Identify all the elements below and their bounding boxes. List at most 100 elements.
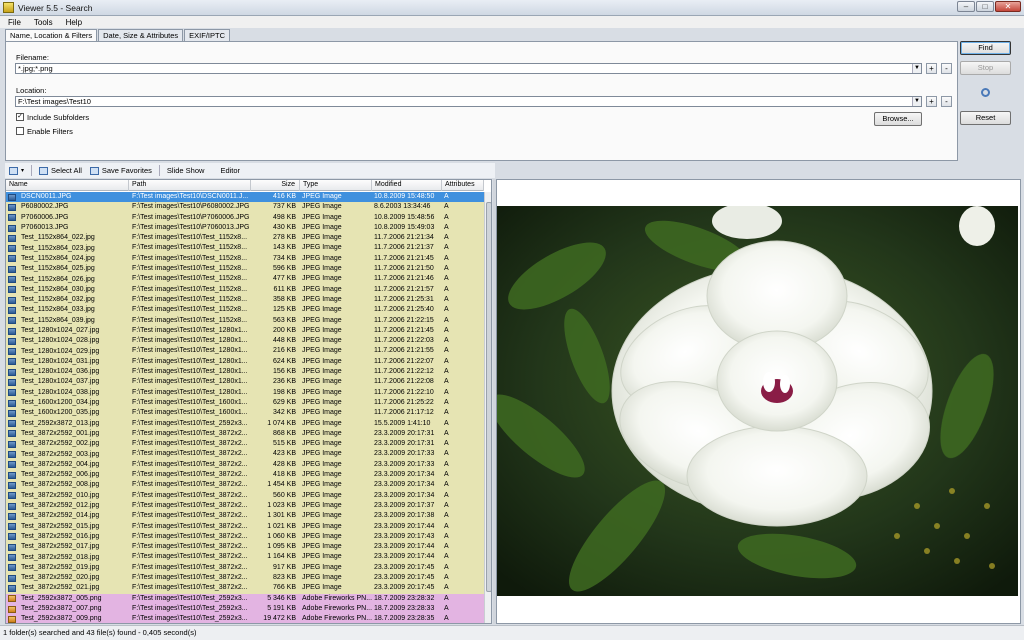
table-row[interactable]: P6080002.JPG F:\Test images\Test10\P60800… [6,202,484,213]
column-attributes[interactable]: Attributes [442,180,484,191]
image-file-icon [8,584,16,592]
cell-attributes: A [444,604,449,612]
table-row[interactable]: Test_3872x2592_015.jpg F:\Test images\Tes… [6,521,484,532]
file-name: Test_3872x2592_021.jpg [21,584,100,592]
table-row[interactable]: Test_3872x2592_021.jpg F:\Test images\Tes… [6,583,484,594]
table-row[interactable]: Test_3872x2592_008.jpg F:\Test images\Tes… [6,480,484,491]
table-row[interactable]: Test_1152x864_022.jpg F:\Test images\Test… [6,233,484,244]
cell-attributes: A [444,357,449,365]
table-row[interactable]: Test_1280x1024_038.jpg F:\Test images\Tes… [6,387,484,398]
column-path[interactable]: Path [129,180,251,191]
image-file-icon [8,523,16,531]
image-file-icon [8,543,16,551]
include-subfolders-checkbox[interactable]: ✓ [16,113,24,121]
location-field[interactable]: F:\Test images\Test10 ▼ [15,96,922,107]
table-row[interactable]: Test_1152x864_024.jpg F:\Test images\Test… [6,253,484,265]
list-scrollbar[interactable] [484,192,491,623]
menu-help[interactable]: Help [58,18,87,27]
column-name[interactable]: Name [6,180,129,191]
browse-button[interactable]: Browse... [874,112,922,126]
table-row[interactable]: Test_3872x2592_006.jpg F:\Test images\Tes… [6,470,484,481]
image-file-icon [8,276,16,284]
column-modified[interactable]: Modified [372,180,442,191]
table-row[interactable]: DSCN0011.JPG F:\Test images\Test10\DSCN00… [6,192,484,203]
cell-path: F:\Test images\Test10\Test_3872x2... [132,429,248,437]
image-file-icon [8,214,16,222]
table-row[interactable]: Test_1280x1024_037.jpg F:\Test images\Tes… [6,377,484,388]
menu-file[interactable]: File [0,18,26,27]
table-row[interactable]: Test_3872x2592_010.jpg F:\Test images\Tes… [6,490,484,501]
file-name: Test_1280x1024_031.jpg [21,357,100,365]
reset-button[interactable]: Reset [960,111,1011,125]
table-row[interactable]: Test_1152x864_033.jpg F:\Test images\Test… [6,305,484,316]
cell-path: F:\Test images\Test10\Test_1280x1... [132,326,248,334]
table-row[interactable]: Test_1152x864_026.jpg F:\Test images\Test… [6,274,484,285]
select-all-button[interactable]: Select All [35,164,86,177]
table-row[interactable]: Test_1152x864_039.jpg F:\Test images\Test… [6,315,484,326]
filename-add-button[interactable]: + [926,63,937,74]
table-row[interactable]: P7060006.JPG F:\Test images\Test10\P70600… [6,212,484,223]
filename-remove-button[interactable]: - [941,63,952,74]
table-row[interactable]: Test_1280x1024_036.jpg F:\Test images\Tes… [6,367,484,378]
close-button[interactable]: ✕ [995,1,1021,12]
table-row[interactable]: Test_3872x2592_018.jpg F:\Test images\Tes… [6,552,484,563]
table-row[interactable]: P7060013.JPG F:\Test images\Test10\P70600… [6,222,484,234]
column-size[interactable]: Size [251,180,300,191]
table-row[interactable]: Test_1280x1024_027.jpg F:\Test images\Tes… [6,325,484,337]
table-row[interactable]: Test_1152x864_023.jpg F:\Test images\Test… [6,243,484,254]
save-favorites-button[interactable]: Save Favorites [86,164,156,177]
table-row[interactable]: Test_1600x1200_034.jpg F:\Test images\Tes… [6,397,484,409]
table-row[interactable]: Test_3872x2592_016.jpg F:\Test images\Tes… [6,531,484,543]
column-type[interactable]: Type [300,180,372,191]
table-row[interactable]: Test_3872x2592_014.jpg F:\Test images\Tes… [6,511,484,522]
title-bar[interactable]: Viewer 5.5 - Search – □ ✕ [0,0,1024,16]
cell-attributes: A [444,563,449,571]
table-row[interactable]: Test_1280x1024_028.jpg F:\Test images\Tes… [6,336,484,347]
table-row[interactable]: Test_3872x2592_020.jpg F:\Test images\Tes… [6,572,484,584]
table-row[interactable]: Test_1600x1200_035.jpg F:\Test images\Tes… [6,408,484,419]
location-value: F:\Test images\Test10 [18,97,91,106]
find-button[interactable]: Find [960,41,1011,55]
table-row[interactable]: Test_2592x3872_007.png F:\Test images\Tes… [6,603,484,615]
filename-field[interactable]: *.jpg;*.png ▼ [15,63,922,74]
cell-path: F:\Test images\Test10\Test_1600x1... [132,409,248,417]
cell-type: JPEG Image [302,409,342,417]
view-mode-button[interactable]: ▾ [5,164,28,177]
results-list[interactable]: Name Path Size Type Modified Attributes … [5,179,492,624]
status-bar: 1 folder(s) searched and 43 file(s) foun… [0,625,1024,640]
minimize-button[interactable]: – [957,1,975,12]
maximize-button[interactable]: □ [976,1,994,12]
image-preview[interactable] [497,206,1018,596]
table-row[interactable]: Test_3872x2592_003.jpg F:\Test images\Tes… [6,449,484,460]
table-row[interactable]: Test_3872x2592_017.jpg F:\Test images\Tes… [6,542,484,553]
cell-type: JPEG Image [302,388,342,396]
location-remove-button[interactable]: - [941,96,952,107]
table-row[interactable]: Test_3872x2592_002.jpg F:\Test images\Tes… [6,439,484,450]
table-row[interactable]: Test_2592x3872_013.jpg F:\Test images\Tes… [6,418,484,429]
png-file-icon [8,605,16,613]
cell-modified: 8.6.2003 13:34:46 [374,203,431,211]
menu-tools[interactable]: Tools [26,18,58,27]
table-row[interactable]: Test_3872x2592_019.jpg F:\Test images\Tes… [6,562,484,573]
image-file-icon [8,348,16,356]
location-add-button[interactable]: + [926,96,937,107]
table-row[interactable]: Test_3872x2592_012.jpg F:\Test images\Tes… [6,500,484,512]
table-row[interactable]: Test_1280x1024_029.jpg F:\Test images\Tes… [6,346,484,357]
cell-attributes: A [444,409,449,417]
chevron-down-icon[interactable]: ▼ [912,64,921,73]
cell-attributes: A [444,440,449,448]
stop-button[interactable]: Stop [960,61,1011,75]
enable-filters-checkbox[interactable] [16,127,24,135]
table-row[interactable]: Test_1152x864_032.jpg F:\Test images\Test… [6,294,484,306]
table-row[interactable]: Test_3872x2592_001.jpg F:\Test images\Tes… [6,428,484,440]
chevron-down-icon[interactable]: ▼ [912,97,921,106]
table-row[interactable]: Test_1152x864_030.jpg F:\Test images\Test… [6,284,484,295]
table-row[interactable]: Test_3872x2592_004.jpg F:\Test images\Tes… [6,459,484,471]
table-row[interactable]: Test_1280x1024_031.jpg F:\Test images\Tes… [6,356,484,368]
scroll-thumb[interactable] [486,202,491,592]
editor-button[interactable]: Editor [216,164,244,177]
table-row[interactable]: Test_2592x3872_009.png F:\Test images\Tes… [6,614,484,623]
table-row[interactable]: Test_2592x3872_005.png F:\Test images\Tes… [6,593,484,604]
slide-show-button[interactable]: Slide Show [163,164,209,177]
table-row[interactable]: Test_1152x864_025.jpg F:\Test images\Test… [6,264,484,275]
